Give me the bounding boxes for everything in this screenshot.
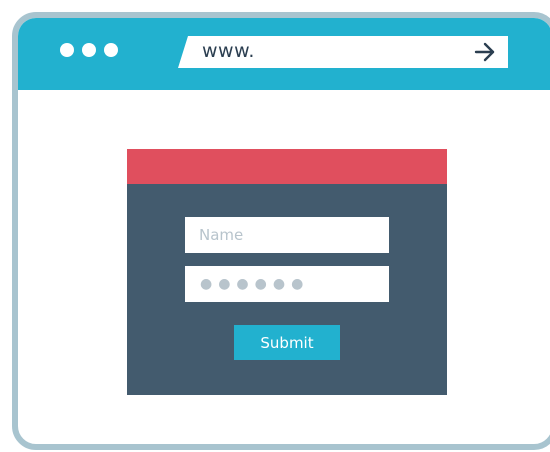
- login-form: ●●●●●● Submit: [127, 149, 447, 395]
- form-header: [127, 149, 447, 184]
- name-input[interactable]: [185, 217, 389, 253]
- password-field[interactable]: ●●●●●●: [185, 266, 389, 302]
- browser-titlebar: www.: [18, 18, 550, 90]
- password-mask: ●●●●●●: [200, 276, 310, 292]
- window-dot-icon[interactable]: [82, 43, 96, 57]
- page-canvas: www. ●●●●●● Submit: [0, 0, 550, 452]
- address-bar[interactable]: www.: [178, 36, 508, 68]
- window-dot-icon[interactable]: [104, 43, 118, 57]
- address-text: www.: [202, 40, 255, 62]
- submit-button[interactable]: Submit: [234, 325, 340, 360]
- arrow-right-icon[interactable]: [474, 42, 496, 62]
- window-controls: [60, 43, 118, 57]
- window-dot-icon[interactable]: [60, 43, 74, 57]
